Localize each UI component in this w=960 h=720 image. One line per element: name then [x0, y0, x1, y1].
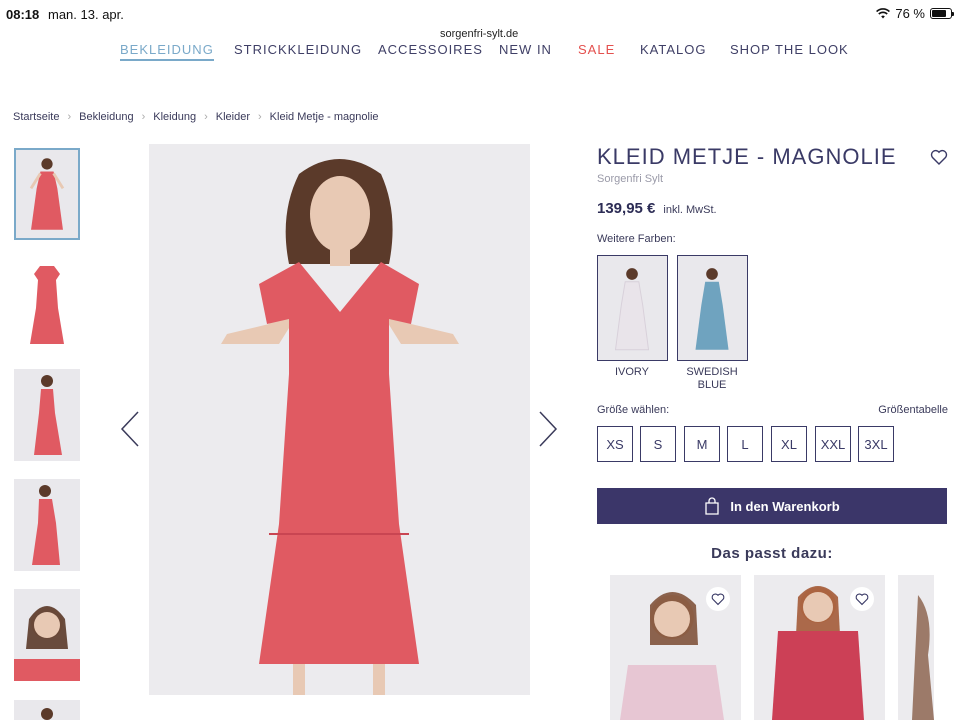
wishlist-heart-icon[interactable] — [930, 148, 948, 166]
breadcrumb-kleider[interactable]: Kleider — [216, 111, 250, 123]
nav-item-sale[interactable]: SALE — [578, 42, 615, 57]
price-row: 139,95 € inkl. MwSt. — [597, 200, 717, 217]
breadcrumb-bekleidung[interactable]: Bekleidung — [79, 111, 133, 123]
chevron-right-icon: › — [67, 111, 72, 123]
thumbnail-4[interactable] — [14, 479, 80, 571]
nav-item-new-in[interactable]: NEW IN — [499, 42, 552, 57]
thumbnail-2[interactable] — [14, 258, 80, 350]
nav-item-shop-the-look[interactable]: SHOP THE LOOK — [730, 42, 849, 57]
breadcrumb-startseite[interactable]: Startseite — [13, 111, 59, 123]
color-swatch-ivory[interactable] — [597, 255, 668, 361]
product-details: KLEID METJE - MAGNOLIE Sorgenfri Sylt — [597, 144, 947, 185]
recommendation-2-heart-icon[interactable] — [850, 587, 874, 611]
color-swatch-swedish-blue[interactable] — [677, 255, 748, 361]
color-label-ivory: IVORY — [614, 366, 650, 378]
status-bar: 08:18 man. 13. apr. sorgenfri-sylt.de 76… — [0, 0, 960, 42]
next-image-arrow-icon[interactable] — [538, 410, 558, 448]
thumbnail-6[interactable] — [14, 700, 80, 720]
size-option-xxl[interactable]: XXL — [815, 426, 851, 462]
shopping-bag-icon — [705, 497, 719, 515]
product-main-image[interactable] — [149, 144, 530, 695]
add-to-cart-button[interactable]: In den Warenkorb — [597, 488, 947, 524]
nav-item-strickkleidung[interactable]: STRICKKLEIDUNG — [234, 42, 362, 57]
nav-item-katalog[interactable]: KATALOG — [640, 42, 706, 57]
thumbnail-3[interactable] — [14, 369, 80, 461]
product-title: KLEID METJE - MAGNOLIE — [597, 144, 897, 169]
address-url[interactable]: sorgenfri-sylt.de — [430, 26, 529, 42]
status-right: 76 % — [876, 6, 954, 21]
product-price: 139,95 € — [597, 200, 656, 217]
size-option-m[interactable]: M — [684, 426, 720, 462]
recommendations-title: Das passt dazu: — [711, 545, 833, 562]
status-date: man. 13. apr. — [48, 7, 124, 22]
color-label-swedish-blue: SWEDISH BLUE — [686, 366, 738, 391]
size-option-3xl[interactable]: 3XL — [858, 426, 894, 462]
nav-item-accessoires[interactable]: ACCESSOIRES — [378, 42, 483, 57]
size-select-label: Größe wählen: — [597, 404, 670, 416]
size-chart-link[interactable]: Größentabelle — [870, 404, 948, 416]
chevron-right-icon: › — [141, 111, 146, 123]
wifi-icon — [876, 8, 891, 19]
previous-image-arrow-icon[interactable] — [120, 410, 140, 448]
size-option-xs[interactable]: XS — [597, 426, 633, 462]
breadcrumb-current: Kleid Metje - magnolie — [269, 111, 379, 123]
thumbnail-5[interactable] — [14, 589, 80, 681]
add-to-cart-label: In den Warenkorb — [730, 498, 840, 514]
vat-note: inkl. MwSt. — [663, 204, 717, 216]
size-option-xl[interactable]: XL — [771, 426, 807, 462]
product-photo — [221, 159, 459, 695]
nav-item-bekleidung[interactable]: BEKLEIDUNG — [120, 42, 214, 61]
battery-percent: 76 % — [895, 6, 925, 21]
recommendation-1-heart-icon[interactable] — [706, 587, 730, 611]
product-brand[interactable]: Sorgenfri Sylt — [597, 173, 947, 185]
size-option-l[interactable]: L — [727, 426, 763, 462]
chevron-right-icon: › — [204, 111, 208, 123]
breadcrumb-kleidung[interactable]: Kleidung — [153, 111, 196, 123]
battery-icon — [930, 8, 954, 19]
more-colors-label: Weitere Farben: — [597, 233, 676, 245]
thumbnail-1[interactable] — [14, 148, 80, 240]
size-option-s[interactable]: S — [640, 426, 676, 462]
status-time: 08:18 — [6, 7, 40, 22]
main-navigation: BEKLEIDUNG STRICKKLEIDUNG ACCESSOIRES NE… — [0, 42, 960, 66]
breadcrumb: Startseite › Bekleidung › Kleidung › Kle… — [13, 111, 379, 123]
recommendation-item-3[interactable] — [898, 575, 934, 720]
chevron-right-icon: › — [258, 111, 262, 123]
